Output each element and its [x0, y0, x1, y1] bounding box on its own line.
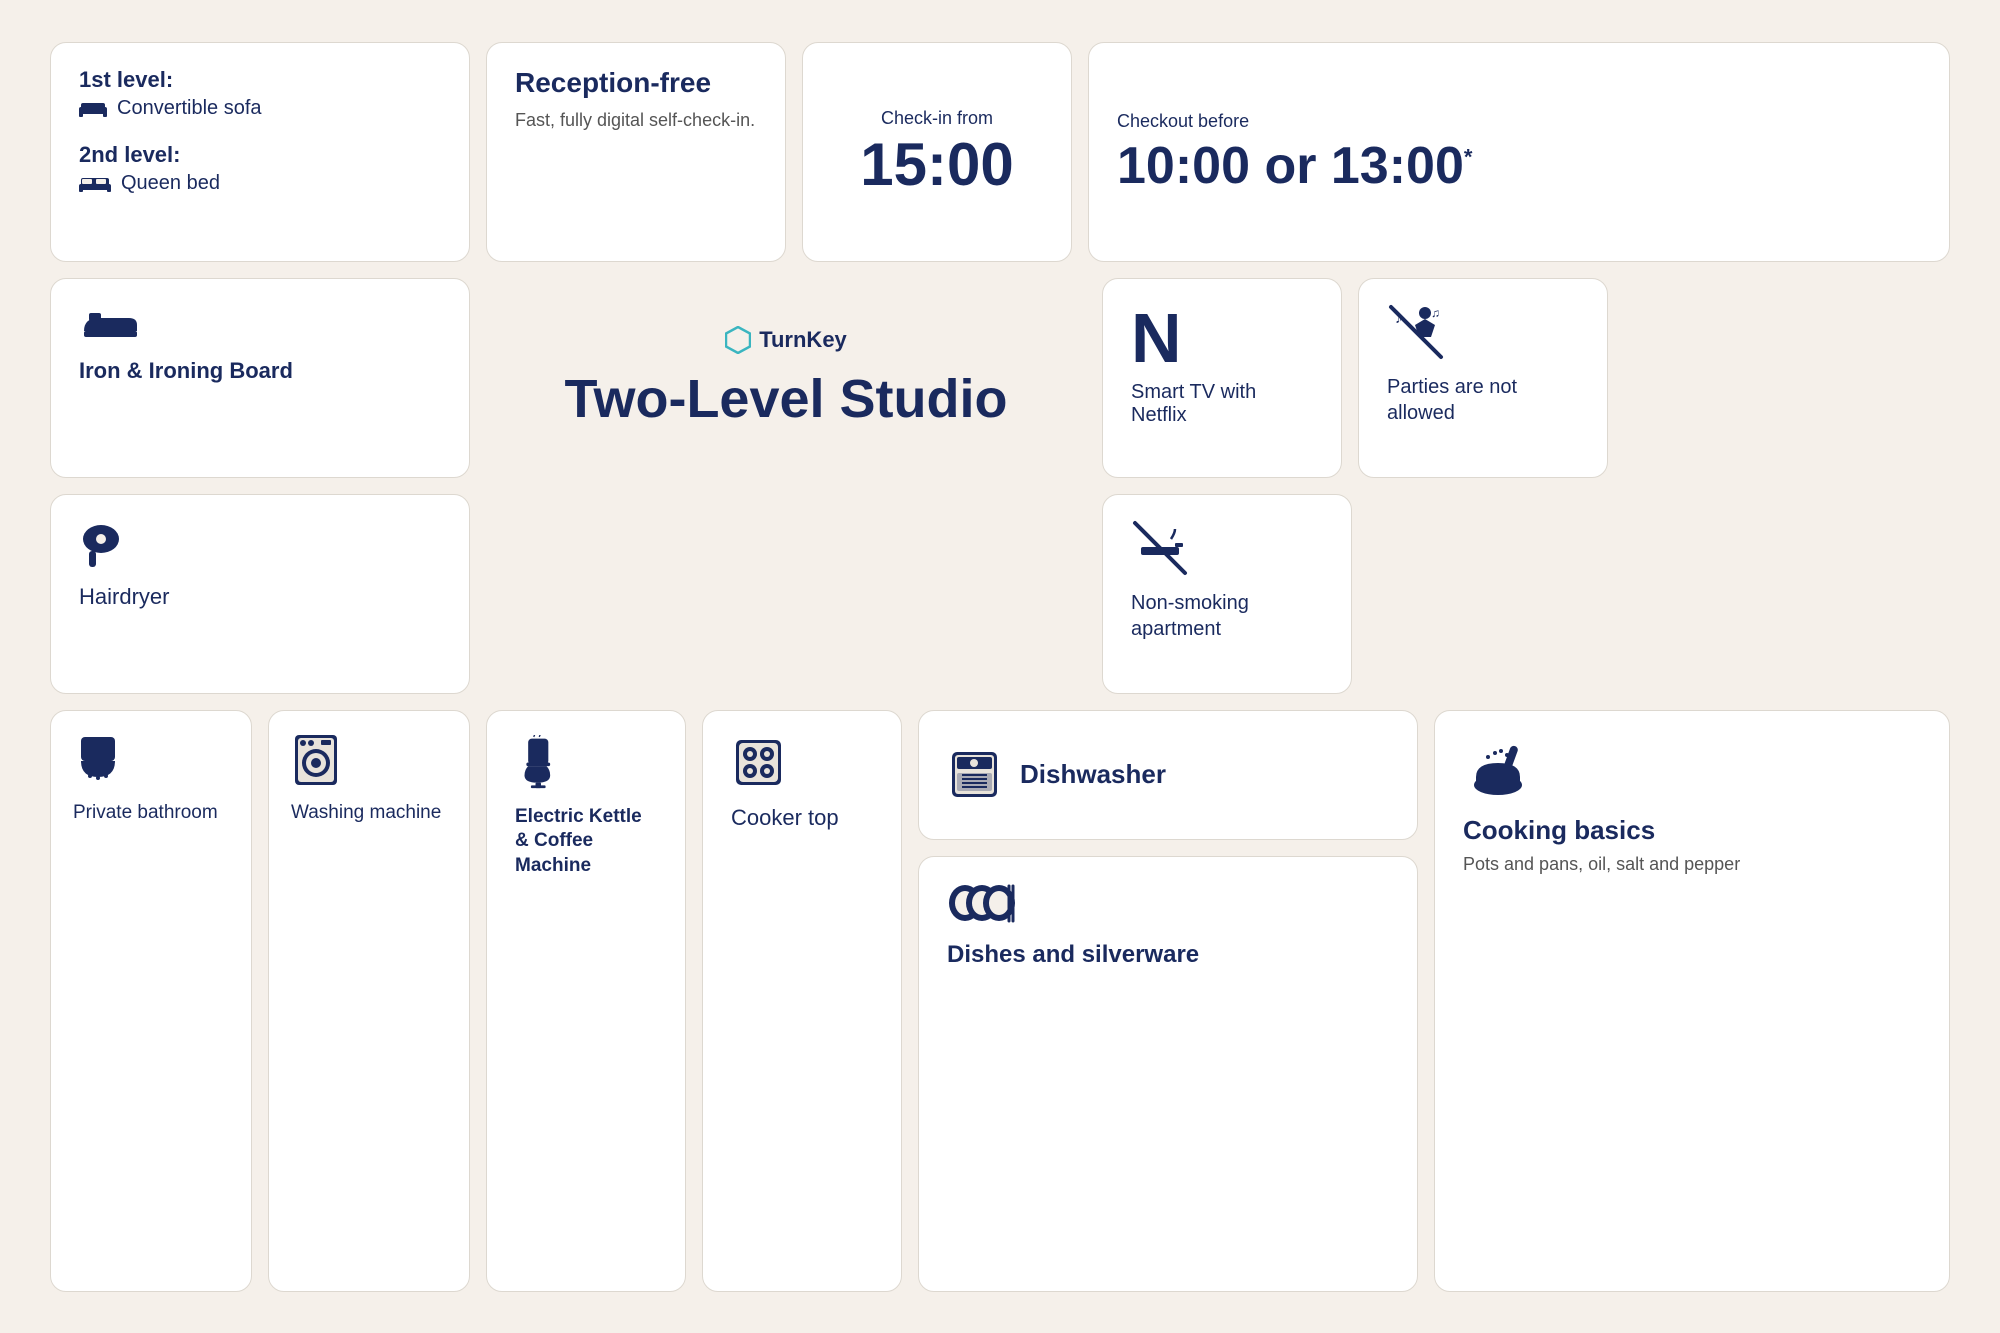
parties-card: ♪ ♫ Parties are not allowed: [1358, 278, 1608, 478]
washing-card: Washing machine: [268, 710, 470, 1292]
hairdryer-card: Hairdryer: [50, 494, 470, 694]
cooking-label: Cooking basics: [1463, 815, 1921, 846]
level1-item: Convertible sofa: [117, 97, 262, 120]
dishwasher-icon: [947, 747, 1002, 802]
dishes-card: Dishes and silverware: [918, 856, 1418, 1292]
parties-label: Parties are not allowed: [1387, 374, 1579, 426]
svg-text:♪: ♪: [1395, 310, 1402, 326]
kettle-card: Electric Kettle & Coffee Machine: [486, 710, 686, 1292]
turnkey-logo-icon: [725, 326, 751, 354]
cooker-label: Cooker top: [731, 805, 873, 831]
reception-title: Reception-free: [515, 67, 757, 99]
netflix-card: N Smart TV with Netflix: [1102, 278, 1342, 478]
level2-label: 2nd level:: [79, 142, 441, 168]
cooking-card: Cooking basics Pots and pans, oil, salt …: [1434, 710, 1950, 1292]
iron-card: Iron & Ironing Board: [50, 278, 470, 478]
dishwasher-dishes-col: Dishwasher: [918, 710, 1418, 1292]
checkin-card: Check-in from 15:00: [802, 42, 1072, 262]
hairdryer-icon: [79, 519, 134, 569]
iron-label: Iron & Ironing Board: [79, 358, 441, 384]
level1-label: 1st level:: [79, 67, 441, 93]
cooker-icon: [731, 735, 786, 790]
checkout-card: Checkout before 10:00 or 13:00*: [1088, 42, 1950, 262]
dishes-label: Dishes and silverware: [947, 941, 1389, 969]
svg-text:♫: ♫: [1431, 306, 1440, 320]
washing-label: Washing machine: [291, 801, 447, 826]
netflix-n: N: [1131, 303, 1313, 373]
reception-card: Reception-free Fast, fully digital self-…: [486, 42, 786, 262]
checkin-label: Check-in from: [881, 108, 993, 129]
kettle-label: Electric Kettle & Coffee Machine: [515, 805, 657, 879]
dishwasher-label: Dishwasher: [1020, 759, 1166, 790]
washing-machine-icon: [291, 733, 341, 788]
dishes-icon: [947, 881, 1017, 926]
brand-logo-row: TurnKey: [725, 326, 847, 354]
brand-name: TurnKey: [759, 327, 847, 353]
kettle-icon: [515, 735, 567, 790]
dishwasher-card: Dishwasher: [918, 710, 1418, 840]
reception-subtitle: Fast, fully digital self-check-in.: [515, 107, 757, 134]
cooking-sublabel: Pots and pans, oil, salt and pepper: [1463, 852, 1921, 877]
no-smoking-icon: [1131, 519, 1189, 577]
sofa-icon: [79, 99, 107, 117]
brand-title: Two-Level Studio: [565, 370, 1008, 429]
checkin-time: 15:00: [860, 135, 1013, 195]
nosmoking-card: Non-smoking apartment: [1102, 494, 1352, 694]
center-spacer: [486, 494, 1086, 694]
level2-item: Queen bed: [121, 172, 220, 195]
bed-icon: [79, 174, 111, 192]
nosmoking-label: Non-smoking apartment: [1131, 590, 1323, 642]
bathroom-label: Private bathroom: [73, 801, 229, 826]
bathroom-icon: [73, 733, 123, 788]
checkout-star: *: [1464, 145, 1473, 170]
checkout-time: 10:00 or 13:00*: [1117, 140, 1921, 192]
bathroom-card: Private bathroom: [50, 710, 252, 1292]
checkout-label: Checkout before: [1117, 111, 1921, 132]
iron-icon: [79, 303, 139, 343]
netflix-label: Smart TV with Netflix: [1131, 381, 1313, 427]
cooker-card: Cooker top: [702, 710, 902, 1292]
beds-card: 1st level: Convertible sofa 2nd level:: [50, 42, 470, 262]
no-parties-icon: ♪ ♫: [1387, 303, 1445, 361]
center-brand: TurnKey Two-Level Studio: [486, 278, 1086, 478]
cooking-icon: [1463, 735, 1528, 800]
hairdryer-label: Hairdryer: [79, 584, 441, 610]
